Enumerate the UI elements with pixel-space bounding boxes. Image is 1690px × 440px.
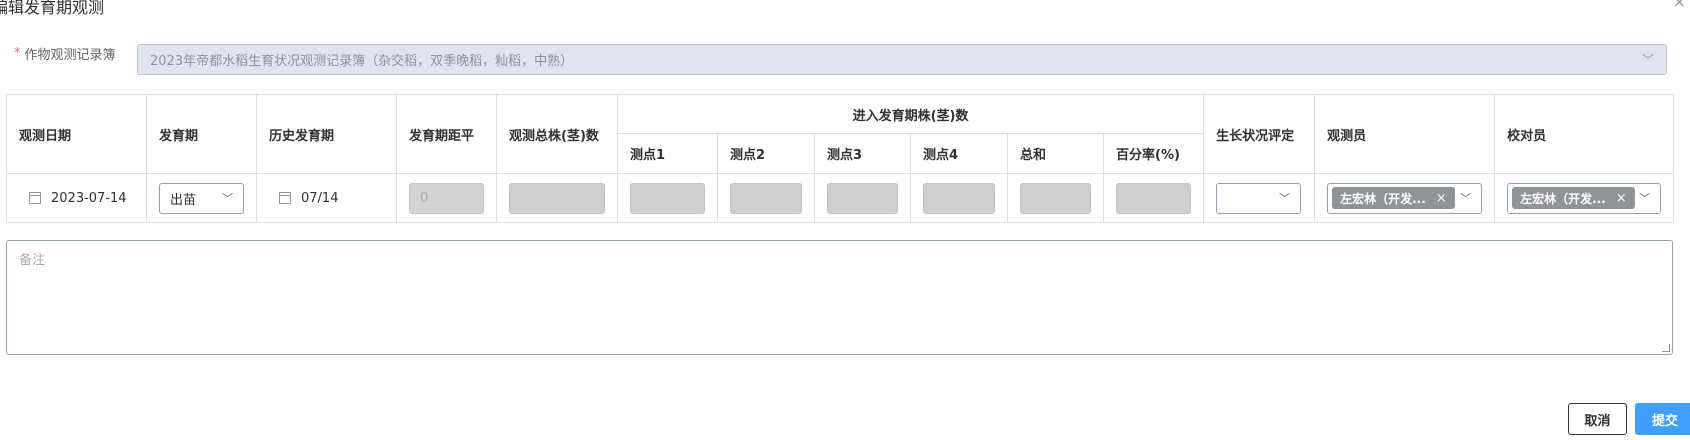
observer-tag: 左宏林（开发... × (1332, 187, 1455, 209)
dialog-title: 编辑发育期观测 (0, 0, 105, 17)
remark-placeholder: 备注 (19, 253, 46, 268)
remark-textarea[interactable]: 备注 (6, 240, 1673, 355)
header-checker: 校对员 (1494, 94, 1675, 174)
chevron-down-icon: ﹀ (1460, 192, 1472, 205)
sum-input (1020, 182, 1091, 214)
tag-close-icon[interactable]: × (1436, 191, 1447, 206)
calendar-icon (29, 192, 41, 204)
stage-select-value: 出苗 (170, 192, 197, 208)
point3-input (827, 182, 898, 214)
chevron-down-icon: ﹀ (222, 192, 233, 205)
checker-tag: 左宏林（开发... × (1512, 187, 1635, 209)
book-select[interactable]: 2023年帝都水稻生育状况观测记录簿（杂交稻，双季晚稻，籼稻，中熟） ﹀ (137, 44, 1667, 75)
observation-table: 观测日期 发育期 历史发育期 发育期距平 观测总株(茎)数 进入发育期株(茎)数… (6, 94, 1675, 223)
obs-date-value: 2023-07-14 (51, 190, 127, 206)
checker-select[interactable]: 左宏林（开发... × ﹀ (1507, 182, 1662, 214)
point2-input (730, 182, 802, 214)
submit-button[interactable]: 提交 (1635, 403, 1690, 435)
header-point1: 测点1 (617, 133, 718, 174)
book-label: 作物观测记录簿 (24, 48, 116, 63)
point4-input (923, 182, 995, 214)
point1-input (630, 182, 705, 214)
obs-date-picker[interactable]: 2023-07-14 (19, 191, 134, 206)
header-observer: 观测员 (1314, 94, 1496, 174)
header-entered-group: 进入发育期株(茎)数 (616, 94, 1205, 134)
percent-input (1116, 182, 1192, 214)
book-field-label: * 作物观测记录簿 (14, 44, 116, 63)
stage-dist-input: 0 (409, 182, 484, 214)
header-obs-date: 观测日期 (6, 94, 147, 174)
hist-stage-value: 07/14 (301, 190, 339, 206)
header-stage-dist: 发育期距平 (396, 94, 497, 174)
chevron-down-icon: ﹀ (1639, 192, 1651, 205)
observer-select[interactable]: 左宏林（开发... × ﹀ (1327, 182, 1483, 214)
chevron-down-icon: ﹀ (1641, 53, 1654, 67)
growth-eval-select[interactable]: ﹀ (1216, 182, 1302, 214)
header-hist-stage: 历史发育期 (256, 94, 397, 174)
cancel-button[interactable]: 取消 (1568, 403, 1627, 435)
observer-tag-label: 左宏林（开发... (1340, 191, 1426, 206)
chevron-down-icon: ﹀ (1279, 192, 1291, 205)
required-mark: * (14, 46, 21, 61)
checker-tag-label: 左宏林（开发... (1520, 191, 1606, 206)
header-growth-eval: 生长状况评定 (1203, 94, 1316, 174)
hist-stage-picker[interactable]: 07/14 (269, 191, 384, 206)
calendar-icon (279, 192, 291, 204)
tag-close-icon[interactable]: × (1616, 191, 1627, 206)
header-percent: 百分率(%) (1102, 133, 1205, 174)
book-select-value: 2023年帝都水稻生育状况观测记录簿（杂交稻，双季晚稻，籼稻，中熟） (150, 54, 574, 69)
header-point4: 测点4 (910, 133, 1008, 174)
header-point2: 测点2 (717, 133, 815, 174)
close-icon[interactable]: × (1673, 0, 1686, 11)
table-row: 2023-07-14 出苗 ﹀ 07/14 0 ﹀ 左宏林（开发... × ﹀ … (6, 173, 1675, 223)
resize-handle-icon[interactable] (1662, 344, 1670, 352)
total-plants-input (509, 182, 605, 214)
header-stage: 发育期 (146, 94, 257, 174)
header-sum: 总和 (1007, 133, 1104, 174)
header-point3: 测点3 (814, 133, 911, 174)
stage-select[interactable]: 出苗 ﹀ (159, 182, 244, 214)
header-total-plants: 观测总株(茎)数 (496, 94, 618, 174)
